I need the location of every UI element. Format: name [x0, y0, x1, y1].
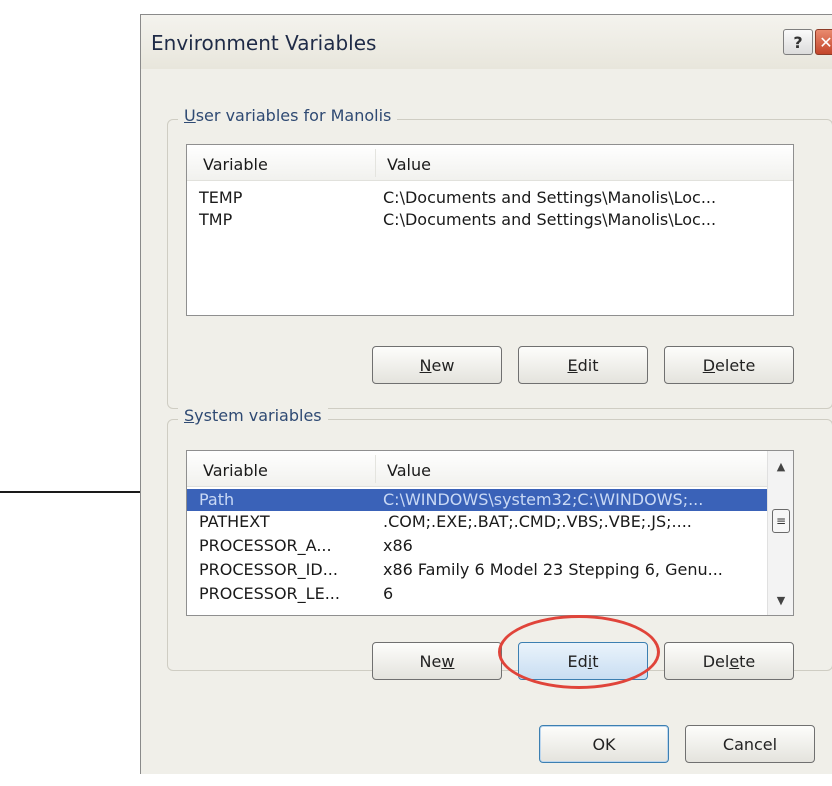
variable-name: PROCESSOR_A... [199, 536, 332, 555]
list-item[interactable]: TEMP C:\Documents and Settings\Manolis\L… [187, 187, 793, 209]
system-new-button[interactable]: Ne w [372, 642, 502, 680]
title-bar[interactable]: Environment Variables ? ✕ [141, 15, 832, 69]
list-item[interactable]: TMP C:\Documents and Settings\Manolis\Lo… [187, 209, 793, 231]
annotation-circle [498, 615, 660, 689]
system-variables-group: System variables Variable Value Path C:\… [167, 406, 832, 680]
scroll-thumb[interactable]: ≡ [772, 509, 790, 533]
help-button[interactable]: ? [783, 29, 813, 55]
cancel-button[interactable]: Cancel [685, 725, 815, 763]
column-separator[interactable] [375, 149, 376, 177]
column-header-variable[interactable]: Variable [203, 155, 268, 174]
column-header-variable[interactable]: Variable [203, 461, 268, 480]
column-header-value[interactable]: Value [387, 155, 431, 174]
window-title: Environment Variables [151, 31, 377, 55]
variable-value: 6 [383, 584, 394, 603]
user-variables-list[interactable]: Variable Value TEMP C:\Documents and Set… [186, 144, 794, 316]
variable-value: .COM;.EXE;.BAT;.CMD;.VBS;.VBE;.JS;.... [383, 512, 692, 531]
help-icon: ? [793, 32, 803, 52]
system-variables-list[interactable]: Variable Value Path C:\WINDOWS\system32;… [186, 450, 794, 616]
close-icon: ✕ [819, 32, 832, 52]
list-item[interactable]: PROCESSOR_LE... 6 [187, 583, 767, 605]
variable-name: TEMP [199, 188, 243, 207]
column-separator[interactable] [375, 455, 376, 483]
variable-value: x86 [383, 536, 413, 555]
system-delete-button[interactable]: Del e te [664, 642, 794, 680]
user-delete-button[interactable]: Delete [664, 346, 794, 384]
user-new-button[interactable]: New [372, 346, 502, 384]
scroll-down-arrow-icon[interactable]: ▼ [768, 589, 794, 611]
variable-value: C:\WINDOWS\system32;C:\WINDOWS;... [383, 490, 704, 509]
list-item[interactable]: PATHEXT .COM;.EXE;.BAT;.CMD;.VBS;.VBE;.J… [187, 511, 767, 533]
vertical-scrollbar[interactable]: ▲ ≡ ▼ [767, 451, 793, 615]
variable-name: TMP [199, 210, 233, 229]
list-item[interactable]: PROCESSOR_ID... x86 Family 6 Model 23 St… [187, 559, 767, 581]
ok-button[interactable]: OK [539, 725, 669, 763]
variable-value: C:\Documents and Settings\Manolis\Loc... [383, 210, 717, 229]
column-header-value[interactable]: Value [387, 461, 431, 480]
variable-name: PROCESSOR_LE... [199, 584, 340, 603]
variable-name: Path [199, 490, 235, 509]
close-button[interactable]: ✕ [815, 29, 832, 55]
variable-value: x86 Family 6 Model 23 Stepping 6, Genu..… [383, 560, 723, 579]
environment-variables-dialog: Environment Variables ? ✕ User variables… [140, 14, 832, 774]
user-variables-group: User variables for Manolis Variable Valu… [167, 106, 832, 409]
list-item[interactable]: PROCESSOR_A... x86 [187, 535, 767, 557]
list-item-selected[interactable]: Path C:\WINDOWS\system32;C:\WINDOWS;... [187, 489, 767, 511]
variable-name: PATHEXT [199, 512, 270, 531]
user-variables-label: User variables for Manolis [178, 106, 398, 125]
list-header: Variable Value [187, 145, 793, 181]
list-header: Variable Value [187, 451, 767, 487]
system-variables-label: System variables [178, 406, 328, 425]
variable-name: PROCESSOR_ID... [199, 560, 338, 579]
variable-value: C:\Documents and Settings\Manolis\Loc... [383, 188, 717, 207]
scroll-up-arrow-icon[interactable]: ▲ [768, 455, 794, 477]
user-edit-button[interactable]: Edit [518, 346, 648, 384]
